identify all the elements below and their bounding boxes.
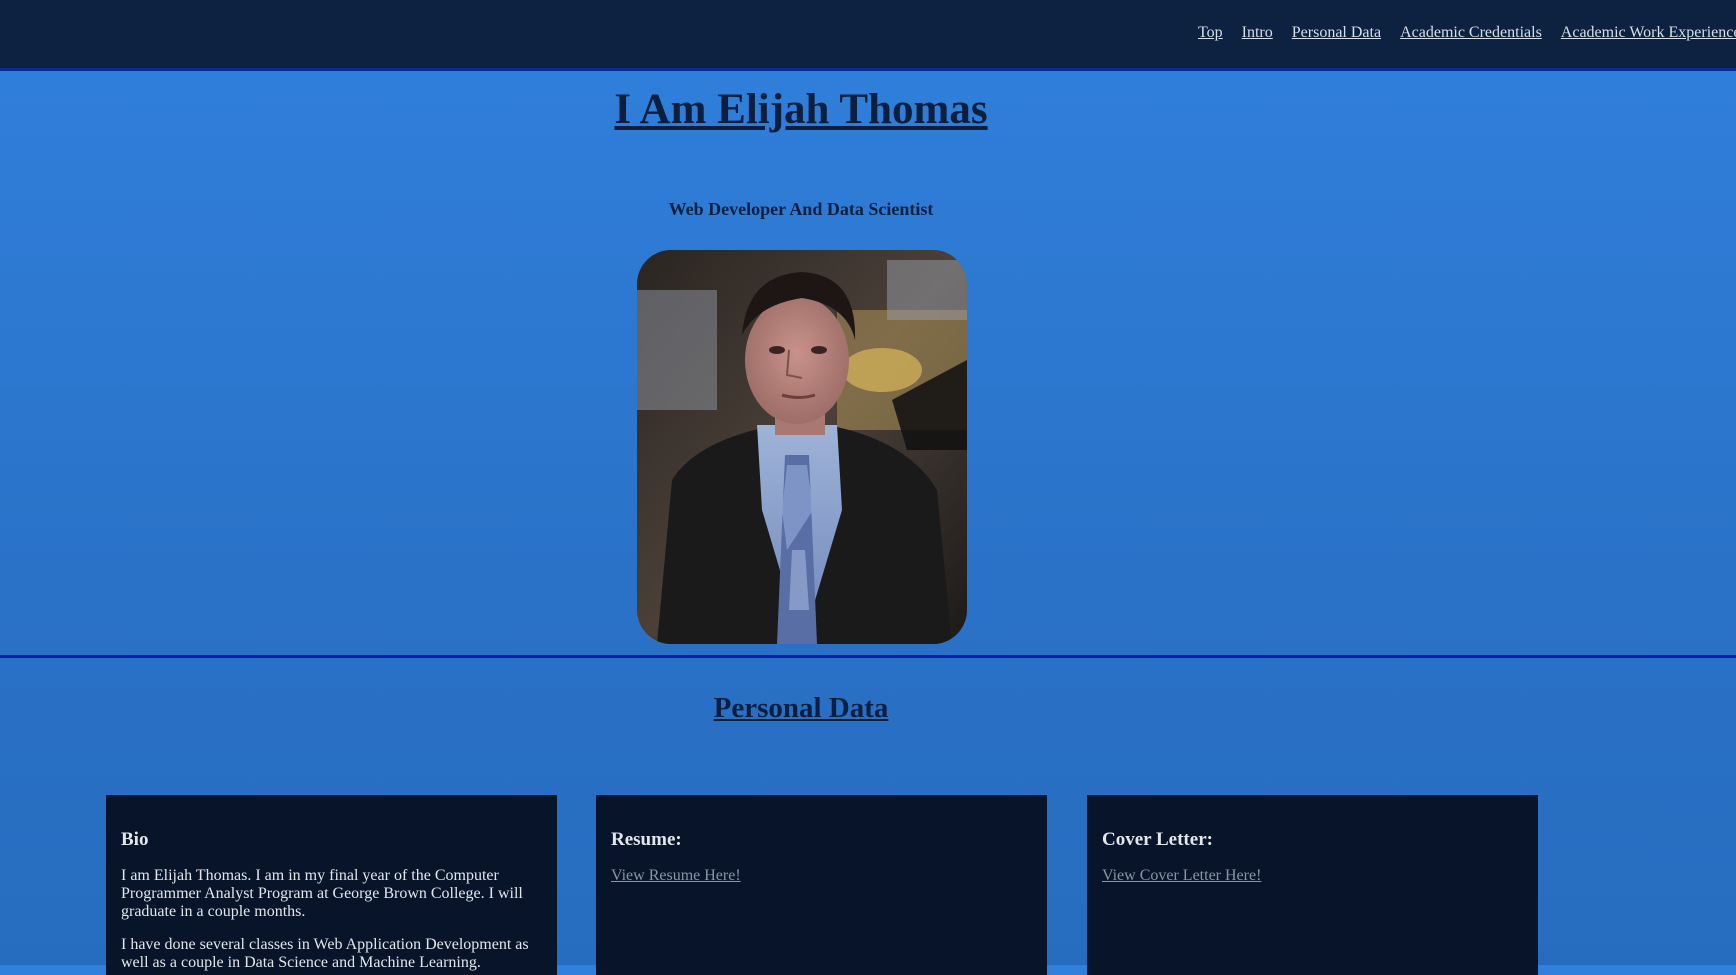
page-title: I Am Elijah Thomas <box>614 86 988 133</box>
nav-link-personal-data[interactable]: Personal Data <box>1292 24 1381 41</box>
bio-paragraph: I have done several classes in Web Appli… <box>121 936 529 971</box>
view-cover-letter-link[interactable]: View Cover Letter Here! <box>1102 867 1261 884</box>
nav-link-academic-credentials[interactable]: Academic Credentials <box>1400 24 1542 41</box>
personal-data-heading: Personal Data <box>713 692 889 724</box>
nav-link-top[interactable]: Top <box>1198 24 1223 41</box>
resume-heading: Resume: <box>611 829 682 850</box>
profile-photo <box>637 250 967 644</box>
cover-letter-heading: Cover Letter: <box>1102 829 1213 850</box>
page-subtitle: Web Developer And Data Scientist <box>668 199 934 219</box>
resume-card: Resume: View Resume Here! <box>596 795 1047 975</box>
bio-card: Bio I am Elijah Thomas. I am in my final… <box>106 795 557 975</box>
nav-link-academic-work-experience[interactable]: Academic Work Experience <box>1561 24 1736 41</box>
view-resume-link[interactable]: View Resume Here! <box>611 867 741 884</box>
top-navbar: Top Intro Personal Data Academic Credential… <box>0 0 1736 71</box>
nav-links: Top Intro Personal Data Academic Credential… <box>1198 24 1736 42</box>
cover-letter-card: Cover Letter: View Cover Letter Here! <box>1087 795 1538 975</box>
nav-link-intro[interactable]: Intro <box>1242 24 1273 41</box>
bio-paragraph: I am Elijah Thomas. I am in my final yea… <box>121 867 523 920</box>
bio-heading: Bio <box>121 829 149 850</box>
intro-section: I Am Elijah Thomas Web Developer And Dat… <box>0 71 1736 658</box>
